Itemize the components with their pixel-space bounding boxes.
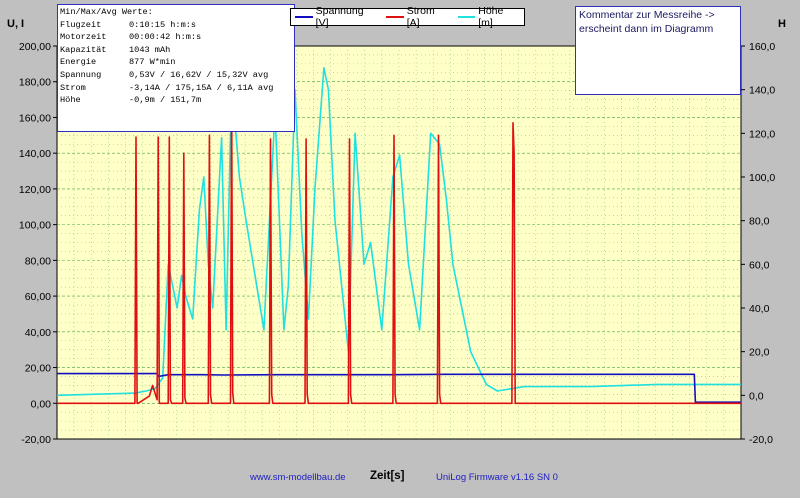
- comment-line-2: erscheint dann im Diagramm: [579, 23, 714, 35]
- left-tick-label: 40,00: [25, 327, 51, 339]
- right-tick-label: 80,0: [749, 216, 770, 228]
- current-swatch: [386, 16, 404, 18]
- height-swatch: [457, 16, 476, 18]
- stats-key: Höhe: [60, 95, 81, 106]
- legend: Spannung [V] Strom [A] Höhe [m]: [290, 5, 525, 29]
- firmware-label: UniLog Firmware v1.16 SN 0: [436, 472, 558, 483]
- stats-rows: Flugzeit 0:10:15 h:m:s Motorzeit 00:00:42 h…: [60, 19, 294, 107]
- left-tick-label: 60,00: [25, 291, 51, 303]
- stats-value: 0,53V / 16,62V / 15,32V avg: [129, 69, 269, 80]
- stats-key: Kapazität: [60, 44, 107, 55]
- stats-key: Motorzeit: [60, 32, 107, 43]
- stats-row: Spannung 0,53V / 16,62V / 15,32V avg: [60, 69, 294, 82]
- right-tick-label: 40,0: [749, 303, 770, 315]
- right-tick-label: 140,0: [749, 85, 775, 97]
- stats-value: 1043 mAh: [129, 44, 171, 55]
- stats-heading: Min/Max/Avg Werte:: [60, 7, 153, 17]
- left-axis-title: U, I: [7, 18, 25, 30]
- stats-row: Energie 877 W*min: [60, 56, 294, 69]
- stats-key: Flugzeit: [60, 19, 102, 30]
- left-tick-label: -20,00: [21, 434, 51, 446]
- right-tick-label: 0,0: [749, 390, 764, 402]
- stats-value: -3,14A / 175,15A / 6,11A avg: [129, 82, 274, 93]
- right-tick-label: 60,0: [749, 259, 770, 271]
- footer-url-link[interactable]: www.sm-modellbau.de: [250, 472, 346, 483]
- stats-value: 0:10:15 h:m:s: [129, 19, 197, 30]
- comment-line-1: Kommentar zur Messreihe ->: [579, 9, 715, 21]
- left-tick-label: 180,00: [19, 77, 51, 89]
- voltage-swatch: [295, 16, 313, 18]
- legend-item-voltage: Spannung [V]: [295, 5, 378, 29]
- stats-value: 877 W*min: [129, 57, 176, 68]
- legend-label-current: Strom [A]: [406, 5, 435, 29]
- right-tick-label: 100,0: [749, 172, 775, 184]
- left-tick-label: 100,00: [19, 220, 51, 232]
- stats-key: Energie: [60, 57, 97, 68]
- stats-row: Motorzeit 00:00:42 h:m:s: [60, 31, 294, 44]
- left-tick-label: 120,00: [19, 184, 51, 196]
- stats-value: 00:00:42 h:m:s: [129, 32, 202, 43]
- left-tick-label: 140,00: [19, 148, 51, 160]
- stats-row: Höhe -0,9m / 151,7m: [60, 94, 294, 107]
- right-axis-title: H: [778, 18, 786, 30]
- legend-item-current: Strom [A]: [386, 5, 450, 29]
- stats-key: Spannung: [60, 69, 102, 80]
- right-tick-label: 20,0: [749, 347, 770, 359]
- left-tick-label: 20,00: [25, 363, 51, 375]
- stats-row: Kapazität 1043 mAh: [60, 44, 294, 57]
- stats-panel: Min/Max/Avg Werte: Flugzeit 0:10:15 h:m:s…: [57, 4, 295, 132]
- comment-box[interactable]: Kommentar zur Messreihe -> erscheint dan…: [575, 6, 741, 95]
- left-tick-label: 200,00: [19, 41, 51, 53]
- x-axis-title: Zeit[s]: [370, 470, 405, 482]
- left-tick-label: 0,00: [31, 398, 52, 410]
- legend-label-height: Höhe [m]: [478, 5, 504, 29]
- right-tick-label: -20,0: [749, 434, 773, 446]
- legend-item-height: Höhe [m]: [457, 5, 520, 29]
- legend-label-voltage: Spannung [V]: [315, 5, 364, 29]
- left-tick-label: 160,00: [19, 112, 51, 124]
- left-axis-ticks: 200,00 180,00 160,00 140,00 120,00 100,00 80,0…: [19, 41, 57, 446]
- right-tick-label: 160,0: [749, 41, 775, 53]
- right-tick-label: 120,0: [749, 128, 775, 140]
- right-axis-ticks: 160,0 140,0 120,0 100,0 80,0 60,0 40,0 20,0 0,0 -…: [741, 41, 775, 446]
- stats-value: -0,9m / 151,7m: [129, 95, 202, 106]
- left-tick-label: 80,00: [25, 255, 51, 267]
- stats-row: Flugzeit 0:10:15 h:m:s: [60, 19, 294, 32]
- stats-row: Strom -3,14A / 175,15A / 6,11A avg: [60, 82, 294, 95]
- stats-key: Strom: [60, 82, 86, 93]
